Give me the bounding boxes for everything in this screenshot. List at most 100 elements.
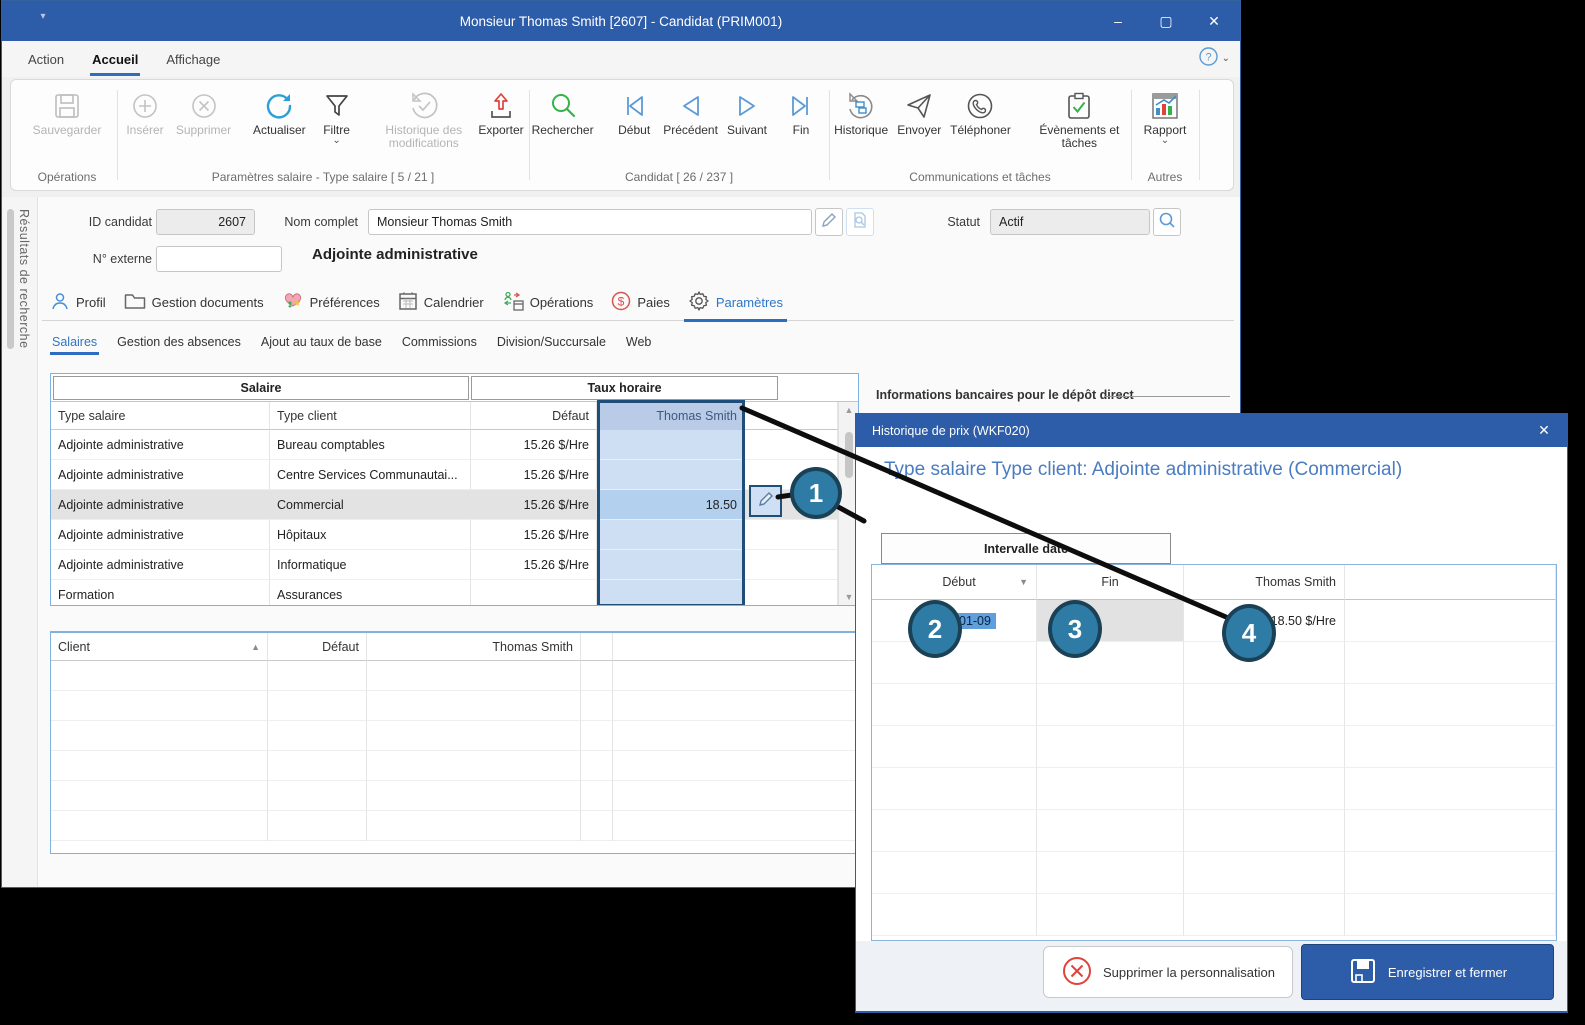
tab-parametres[interactable]: Paramètres bbox=[688, 284, 783, 320]
history-modifications-button[interactable]: Historique des modifications bbox=[375, 84, 473, 154]
subtab-gestion-absences[interactable]: Gestion des absences bbox=[115, 331, 243, 353]
edit-name-button[interactable] bbox=[815, 208, 843, 236]
save-button[interactable]: Sauvegarder bbox=[28, 84, 107, 141]
price-history-row[interactable]: 2017-01-09 18.50 $/Hre bbox=[872, 600, 1556, 642]
events-tasks-button[interactable]: Évènements et tâches bbox=[1030, 84, 1129, 154]
phone-button[interactable]: Téléphoner bbox=[947, 84, 1013, 141]
dialog-title: Historique de prix (WKF020) bbox=[872, 424, 1030, 438]
subtab-ajout-taux-base[interactable]: Ajout au taux de base bbox=[259, 331, 384, 353]
id-candidat-field[interactable]: 2607 bbox=[156, 209, 255, 235]
search-icon bbox=[548, 88, 578, 124]
maximize-button[interactable]: ▢ bbox=[1146, 6, 1186, 36]
subtab-web[interactable]: Web bbox=[624, 331, 653, 353]
report-button[interactable]: Rapport ⌄ bbox=[1139, 84, 1192, 149]
tab-profil[interactable]: Profil bbox=[50, 284, 106, 320]
filter-button[interactable]: Filtre ⌄ bbox=[311, 84, 363, 149]
callout-1: 1 bbox=[790, 467, 842, 519]
tab-gestion-documents[interactable]: Gestion documents bbox=[124, 284, 264, 320]
col-header-type-client[interactable]: Type client bbox=[270, 402, 471, 430]
previous-record-button[interactable]: Précédent bbox=[662, 84, 719, 141]
chevron-down-icon: ⌄ bbox=[332, 137, 340, 145]
send-button[interactable]: Envoyer bbox=[893, 84, 945, 141]
col-header-type-salaire[interactable]: Type salaire bbox=[51, 402, 270, 430]
pencil-icon bbox=[757, 490, 775, 513]
edit-rate-button[interactable] bbox=[749, 485, 782, 517]
export-button[interactable]: Exporter bbox=[475, 84, 527, 141]
salary-table: Salaire Taux horaire Type salaire Type c… bbox=[50, 373, 859, 606]
svg-text:?: ? bbox=[1205, 52, 1211, 64]
group-label-operations: Opérations bbox=[19, 170, 115, 184]
chevron-down-icon[interactable]: ⌄ bbox=[1222, 55, 1230, 63]
col-header-thomas-smith[interactable]: Thomas Smith bbox=[1184, 565, 1345, 600]
export-icon bbox=[486, 88, 516, 124]
table-row[interactable]: Adjointe administrative Centre Services … bbox=[51, 460, 838, 490]
ribbon-tab-affichage[interactable]: Affichage bbox=[152, 44, 234, 75]
report-chart-icon bbox=[1149, 88, 1181, 124]
dialog-titlebar[interactable]: Historique de prix (WKF020) ✕ bbox=[856, 414, 1567, 447]
statut-field[interactable]: Actif bbox=[990, 209, 1150, 235]
table-row[interactable]: Formation Assurances bbox=[51, 580, 838, 606]
close-button[interactable]: ✕ bbox=[1194, 6, 1234, 36]
delete-button[interactable]: Supprimer bbox=[173, 84, 234, 141]
scroll-thumb[interactable] bbox=[845, 432, 853, 478]
view-document-button[interactable] bbox=[846, 208, 874, 236]
callout-2: 2 bbox=[908, 600, 962, 658]
group-header-intervalle-date[interactable]: Intervalle date bbox=[881, 533, 1171, 564]
search-results-panel-tab[interactable]: Résultats de recherche bbox=[2, 197, 38, 887]
panel-scroll-thumb[interactable] bbox=[7, 209, 14, 349]
search-button[interactable]: Rechercher bbox=[531, 84, 594, 141]
tab-operations[interactable]: Opérations bbox=[502, 284, 594, 320]
tab-calendrier[interactable]: Calendrier bbox=[398, 284, 484, 320]
dollar-icon: $ bbox=[611, 291, 631, 314]
col-header-debut[interactable]: Début ▼ bbox=[882, 565, 1037, 600]
insert-button[interactable]: Insérer bbox=[119, 84, 171, 141]
close-icon[interactable]: ✕ bbox=[1525, 414, 1563, 447]
ribbon: Sauvegarder Opérations Insérer Supprimer bbox=[2, 77, 1240, 197]
people-sync-icon bbox=[502, 291, 524, 314]
search-results-label: Résultats de recherche bbox=[17, 209, 31, 349]
subtab-salaires[interactable]: Salaires bbox=[50, 331, 99, 353]
col-header-fin[interactable]: Fin bbox=[1037, 565, 1184, 600]
next-icon bbox=[733, 88, 761, 124]
red-x-circle-icon bbox=[1061, 955, 1093, 990]
no-externe-field[interactable] bbox=[156, 246, 282, 272]
table-row[interactable]: Adjointe administrative Bureau comptable… bbox=[51, 430, 838, 460]
save-and-close-button[interactable]: Enregistrer et fermer bbox=[1301, 944, 1554, 1000]
subtab-commissions[interactable]: Commissions bbox=[400, 331, 479, 353]
group-header-taux-horaire[interactable]: Taux horaire bbox=[471, 376, 778, 400]
group-label-parametres-salaire: Paramètres salaire - Type salaire [ 5 / … bbox=[119, 170, 527, 184]
col-header-defaut[interactable]: Défaut bbox=[268, 633, 367, 661]
price-history-table: Début ▼ Fin Thomas Smith 2017-01-09 18.5… bbox=[871, 564, 1557, 941]
tab-paies[interactable]: $ Paies bbox=[611, 284, 670, 320]
minimize-button[interactable]: – bbox=[1098, 6, 1138, 36]
personalized-rate-cell[interactable]: 18.50 bbox=[597, 490, 745, 520]
col-header-defaut[interactable]: Défaut bbox=[471, 402, 597, 430]
dialog-heading: Type salaire Type client: Adjointe admin… bbox=[884, 459, 1402, 481]
filter-dropdown-icon[interactable]: ▼ bbox=[1019, 577, 1028, 587]
col-header-client[interactable]: Client ▲ bbox=[51, 633, 268, 661]
col-header-thomas-smith[interactable]: Thomas Smith bbox=[597, 402, 745, 430]
ribbon-tab-accueil[interactable]: Accueil bbox=[78, 44, 152, 75]
help-icon[interactable]: ? bbox=[1199, 47, 1218, 71]
history-check-icon bbox=[408, 88, 440, 124]
next-record-button[interactable]: Suivant bbox=[721, 84, 773, 141]
group-label-communications: Communications et tâches bbox=[831, 170, 1129, 184]
col-header-thomas-smith[interactable]: Thomas Smith bbox=[367, 633, 581, 661]
delete-personalization-button[interactable]: Supprimer la personnalisation bbox=[1043, 946, 1293, 998]
subtab-division-succursale[interactable]: Division/Succursale bbox=[495, 331, 608, 353]
ribbon-tab-strip: Action Accueil Affichage bbox=[2, 41, 1240, 77]
group-header-salaire[interactable]: Salaire bbox=[53, 376, 469, 400]
history-button[interactable]: Historique bbox=[831, 84, 891, 141]
table-row[interactable]: Adjointe administrative Hôpitaux 15.26 $… bbox=[51, 520, 838, 550]
statut-lookup-button[interactable] bbox=[1153, 208, 1181, 236]
tab-preferences[interactable]: Préférences bbox=[282, 284, 380, 320]
window-title: Monsieur Thomas Smith [2607] - Candidat … bbox=[2, 14, 1240, 29]
last-record-button[interactable]: Fin bbox=[775, 84, 827, 141]
ribbon-tab-action[interactable]: Action bbox=[14, 44, 78, 75]
table-row-selected[interactable]: Adjointe administrative Commercial 15.26… bbox=[51, 490, 838, 520]
table-row[interactable]: Adjointe administrative Informatique 15.… bbox=[51, 550, 838, 580]
titlebar[interactable]: ▾ Monsieur Thomas Smith [2607] - Candida… bbox=[2, 1, 1240, 41]
first-record-button[interactable]: Début bbox=[608, 84, 660, 141]
refresh-button[interactable]: Actualiser bbox=[250, 84, 309, 141]
nom-complet-field[interactable]: Monsieur Thomas Smith bbox=[368, 209, 812, 235]
